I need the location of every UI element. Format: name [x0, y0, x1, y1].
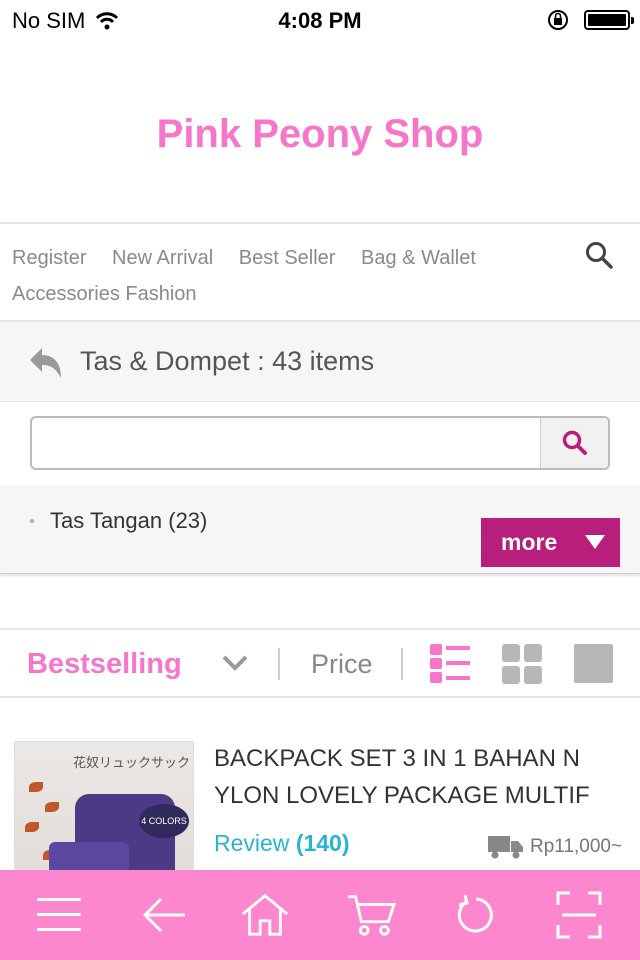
category-title: Tas & Dompet : 43 items	[80, 346, 375, 376]
search-icon	[562, 430, 587, 455]
menu-icon	[37, 898, 81, 931]
status-right	[546, 8, 634, 32]
nav-item-register[interactable]: Register	[12, 240, 86, 276]
nav-item-bag-wallet[interactable]: Bag & Wallet	[361, 240, 476, 276]
subcategory-label: Tas Tangan (23)	[50, 508, 208, 533]
product-title[interactable]: BACKPACK SET 3 IN 1 BAHAN N YLON LOVELY …	[214, 740, 628, 814]
more-button-label: more	[501, 529, 558, 555]
shop-title[interactable]: Pink Peony Shop	[0, 112, 640, 157]
category-divider	[0, 401, 640, 402]
menu-button[interactable]	[34, 890, 84, 940]
nav-item-new-arrival[interactable]: New Arrival	[112, 240, 213, 276]
cart-button[interactable]	[346, 890, 396, 940]
back-button[interactable]	[138, 890, 188, 940]
status-bar: No SIM 4:08 PM	[0, 0, 640, 40]
refresh-icon	[457, 894, 493, 933]
battery-icon	[584, 10, 634, 30]
status-time: 4:08 PM	[278, 8, 362, 33]
grid-view-icon[interactable]	[502, 644, 542, 684]
back-arrow-icon	[142, 897, 185, 933]
product-title-line: YLON LOVELY PACKAGE MULTIF	[214, 782, 590, 809]
bullet-icon	[30, 519, 34, 523]
fullscreen-button[interactable]	[554, 890, 604, 940]
chevron-down-icon[interactable]	[222, 654, 248, 672]
leaf-decor	[25, 822, 39, 832]
home-button[interactable]	[240, 890, 290, 940]
nav-item-best-seller[interactable]: Best Seller	[239, 240, 336, 276]
sort-separator	[278, 648, 280, 680]
nav-item-accessories-fashion[interactable]: Accessories Fashion	[12, 276, 197, 312]
product-title-line: BACKPACK SET 3 IN 1 BAHAN N	[214, 745, 580, 772]
refresh-button[interactable]	[450, 890, 500, 940]
product-image[interactable]: 花奴リュックサック 4 COLORS	[14, 741, 194, 881]
header-divider	[0, 222, 640, 224]
list-view-icon[interactable]	[430, 644, 470, 684]
fullscreen-icon	[556, 891, 602, 939]
category-bar: Tas & Dompet : 43 items	[0, 322, 640, 402]
colors-badge: 4 COLORS	[139, 804, 189, 838]
search-box	[30, 416, 610, 470]
search-icon[interactable]	[584, 240, 614, 270]
cart-icon	[347, 895, 396, 936]
sort-separator	[401, 648, 403, 680]
rotation-lock-icon	[548, 10, 568, 30]
product-review[interactable]: Review (140)	[214, 830, 350, 857]
product-price: Rp11,000~	[530, 836, 623, 857]
more-button[interactable]: more	[481, 518, 620, 567]
triangle-down-icon	[585, 535, 605, 549]
sort-bar: Bestselling Price	[0, 628, 640, 698]
sort-dropdown-label[interactable]: Bestselling	[27, 648, 182, 681]
product-image-text: 花奴リュックサック	[73, 755, 191, 770]
back-reply-icon[interactable]	[28, 346, 64, 380]
truck-icon	[488, 836, 523, 859]
home-icon	[241, 893, 289, 936]
subcategory-panel: Tas Tangan (23) more	[0, 486, 640, 574]
main-nav: Register New Arrival Best Seller Bag & W…	[12, 240, 552, 312]
review-count: (140)	[295, 830, 350, 856]
price-sort-button[interactable]: Price	[311, 649, 373, 680]
leaf-decor	[29, 782, 43, 792]
leaf-decor	[45, 802, 59, 812]
subcategory-item[interactable]: Tas Tangan (23)	[30, 508, 207, 534]
single-view-icon[interactable]	[574, 644, 613, 683]
review-label: Review	[214, 830, 290, 856]
search-button[interactable]	[540, 418, 608, 468]
bottom-toolbar	[0, 870, 640, 960]
search-input[interactable]	[32, 418, 540, 468]
